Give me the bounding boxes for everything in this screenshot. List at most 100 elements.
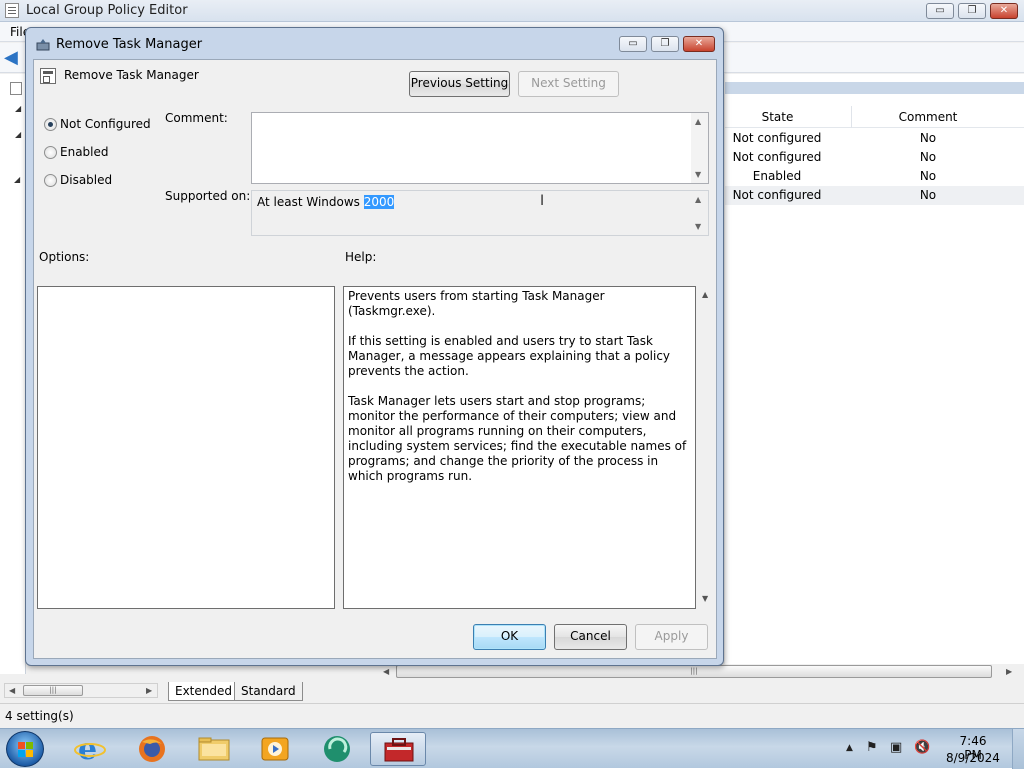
radio-label: Enabled (60, 145, 109, 159)
row-comment: No (919, 150, 937, 164)
options-label: Options: (39, 250, 90, 264)
radio-button[interactable] (44, 146, 57, 159)
previous-setting-button[interactable]: Previous Setting (409, 71, 510, 97)
action-center-flag-icon[interactable]: ⚑ (866, 740, 878, 755)
back-arrow-icon[interactable]: ◀ (4, 49, 22, 67)
comment-label: Comment: (165, 111, 228, 125)
policy-dialog-icon (36, 39, 50, 51)
row-state: Not configured (732, 131, 822, 145)
dialog-titlebar[interactable]: Remove Task Manager ▭ ❐ ✕ (26, 28, 723, 60)
network-icon[interactable]: ▣ (890, 740, 902, 755)
row-comment: No (919, 131, 937, 145)
show-hidden-icons-icon[interactable]: ▲ (846, 743, 853, 753)
scroll-left-icon[interactable]: ◀ (383, 667, 389, 676)
internet-explorer-icon[interactable]: e (62, 732, 118, 767)
radio-button[interactable] (44, 174, 57, 187)
tree-horizontal-scrollbar[interactable]: ◀ ||| ▶ (4, 683, 158, 698)
ok-button[interactable]: OK (473, 624, 546, 650)
row-comment: No (919, 169, 937, 183)
scroll-down-icon[interactable]: ▼ (702, 594, 708, 603)
policy-dialog: Remove Task Manager ▭ ❐ ✕ Remove Task Ma… (25, 27, 724, 666)
column-header-state[interactable]: State (725, 110, 830, 124)
row-state: Enabled (752, 169, 802, 183)
scroll-right-icon[interactable]: ▶ (146, 686, 152, 695)
scroll-right-icon[interactable]: ▶ (1006, 667, 1012, 676)
scroll-up-icon[interactable]: ▲ (702, 290, 708, 299)
list-header-band (725, 82, 1024, 94)
volume-muted-icon[interactable]: 🔇 (914, 740, 930, 755)
statusbar: 4 setting(s) (0, 703, 1024, 728)
scroll-down-icon[interactable]: ▼ (695, 222, 701, 231)
list-row[interactable]: Enabled No (725, 167, 1024, 186)
supported-on-prefix: At least Windows (257, 195, 364, 209)
clock-date[interactable]: 8/9/2024 (946, 751, 1000, 765)
dialog-body: Remove Task Manager Previous Setting Nex… (33, 59, 717, 659)
cancel-button[interactable]: Cancel (554, 624, 627, 650)
dialog-minimize-button[interactable]: ▭ (619, 36, 647, 52)
scrollbar-thumb[interactable]: ||| (23, 685, 83, 696)
list-row[interactable]: Not configured No (725, 186, 1024, 205)
help-paragraph: Task Manager lets users start and stop p… (348, 394, 687, 483)
column-header-comment[interactable]: Comment (853, 110, 1003, 124)
tab-extended[interactable]: Extended (168, 682, 239, 701)
scroll-up-icon[interactable]: ▲ (695, 117, 701, 126)
row-state: Not configured (732, 150, 822, 164)
list-row[interactable]: Not configured No (725, 129, 1024, 148)
column-divider[interactable] (851, 106, 852, 128)
file-explorer-icon[interactable] (186, 732, 242, 766)
radio-label: Disabled (60, 173, 113, 187)
tree-pane[interactable]: ◢ ◢ ◢ (0, 74, 26, 674)
comment-scrollbar[interactable]: ▲ ▼ (691, 113, 708, 183)
supported-scrollbar[interactable]: ▲ ▼ (691, 191, 708, 235)
svg-text:e: e (78, 732, 97, 766)
dialog-close-button[interactable]: ✕ (683, 36, 715, 52)
scroll-up-icon[interactable]: ▲ (695, 195, 701, 204)
dialog-title: Remove Task Manager (56, 37, 203, 52)
windows-logo-icon (18, 742, 34, 758)
group-policy-app-icon[interactable] (370, 732, 426, 766)
start-button[interactable] (6, 731, 44, 767)
supported-on-value[interactable]: At least Windows 2000 (257, 195, 395, 209)
tree-expand-icon[interactable]: ◢ (15, 104, 21, 113)
scroll-down-icon[interactable]: ▼ (695, 170, 701, 179)
view-tabs: Extended Standard (164, 682, 564, 702)
supported-on-label: Supported on: (165, 189, 251, 203)
close-button[interactable]: ✕ (990, 3, 1018, 19)
restore-button[interactable]: ❐ (958, 3, 986, 19)
help-paragraph: If this setting is enabled and users try… (348, 334, 671, 378)
minimize-button[interactable]: ▭ (926, 3, 954, 19)
main-window-title: Local Group Policy Editor (26, 3, 188, 18)
settings-list: State Comment Not configured No Not conf… (725, 74, 1024, 664)
help-panel[interactable]: Prevents users from starting Task Manage… (343, 286, 696, 609)
list-horizontal-scrollbar[interactable]: ◀ ||| ▶ (380, 664, 1020, 679)
selected-text: 2000 (363, 195, 395, 209)
row-comment: No (919, 188, 937, 202)
gpedit-icon (5, 3, 19, 18)
scrollbar-thumb[interactable]: ||| (396, 665, 992, 678)
options-panel[interactable] (37, 286, 335, 609)
green-app-icon[interactable] (310, 732, 366, 766)
tree-expand-icon[interactable]: ◢ (15, 130, 21, 139)
supported-on-field[interactable]: At least Windows 2000 I ▲ ▼ (251, 190, 709, 236)
status-count: 4 setting(s) (5, 709, 74, 723)
radio-button[interactable] (44, 118, 57, 131)
next-setting-button[interactable]: Next Setting (518, 71, 619, 97)
tab-standard[interactable]: Standard (234, 682, 303, 701)
help-label: Help: (345, 250, 377, 264)
comment-textbox[interactable]: ▲ ▼ (251, 112, 709, 184)
firefox-icon[interactable] (124, 732, 180, 766)
help-paragraph: Prevents users from starting Task Manage… (348, 289, 605, 318)
show-desktop-button[interactable] (1012, 729, 1024, 769)
radio-label: Not Configured (60, 117, 151, 131)
scroll-left-icon[interactable]: ◀ (9, 686, 15, 695)
list-row[interactable]: Not configured No (725, 148, 1024, 167)
apply-button[interactable]: Apply (635, 624, 708, 650)
media-player-icon[interactable] (248, 732, 304, 766)
tree-expand-icon[interactable]: ◢ (14, 175, 20, 184)
dialog-maximize-button[interactable]: ❐ (651, 36, 679, 52)
taskbar: e ▲ ⚑ ▣ 🔇 7:46 PM 8/9/2024 (0, 728, 1024, 769)
list-header: State Comment (725, 106, 1024, 128)
help-scrollbar[interactable]: ▲ ▼ (698, 286, 715, 609)
tree-node-icon (10, 82, 22, 95)
text-cursor-icon: I (540, 193, 545, 209)
